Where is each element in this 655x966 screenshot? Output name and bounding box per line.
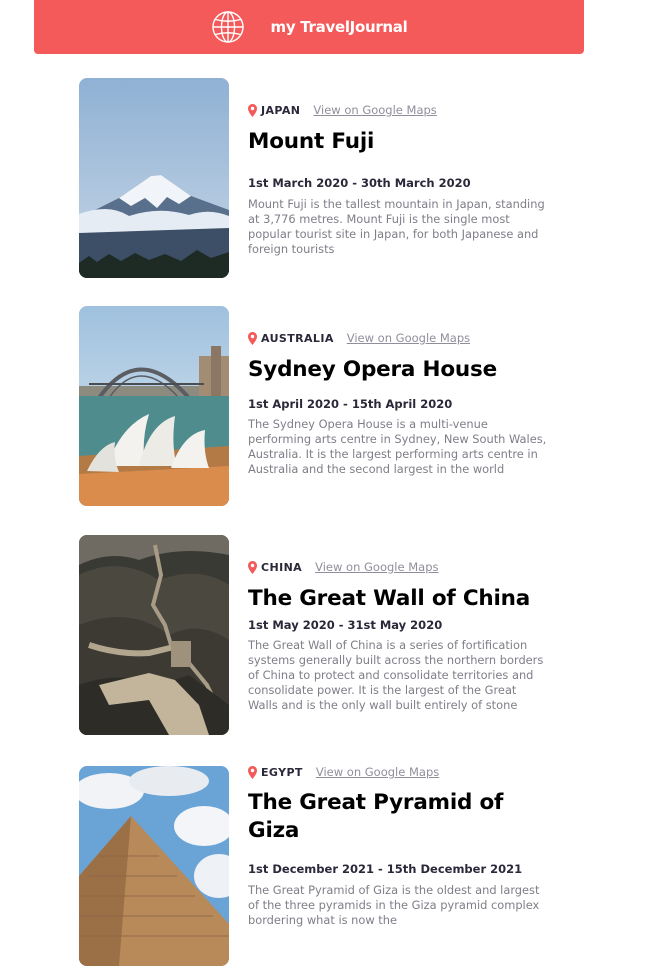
- location-line: AUSTRALIA View on Google Maps: [248, 330, 470, 346]
- country-label: AUSTRALIA: [261, 331, 334, 345]
- country-label: EGYPT: [261, 765, 303, 779]
- entry-title-line-2: Giza: [248, 818, 300, 843]
- app-header: my TravelJournal: [34, 0, 584, 54]
- entry-description: The Great Pyramid of Giza is the oldest …: [248, 883, 540, 927]
- app-title: my TravelJournal: [270, 18, 408, 36]
- entry-description: The Great Wall of China is a series of f…: [248, 638, 544, 712]
- entry-title: The Great Wall of China: [248, 586, 531, 611]
- entry-description: The Sydney Opera House is a multi-venue …: [248, 417, 547, 476]
- location-pin-icon: [248, 765, 257, 779]
- location-pin-icon: [248, 103, 257, 117]
- location-pin-icon: [248, 331, 257, 345]
- great-pyramid-of-giza-photo: [79, 766, 229, 966]
- google-maps-link[interactable]: View on Google Maps: [316, 765, 439, 779]
- google-maps-link[interactable]: View on Google Maps: [347, 331, 470, 345]
- location-line: EGYPT View on Google Maps: [248, 764, 439, 780]
- great-wall-of-china-photo: [79, 535, 229, 735]
- sydney-opera-house-photo: [79, 306, 229, 506]
- location-line: CHINA View on Google Maps: [248, 559, 439, 575]
- country-label: JAPAN: [261, 103, 301, 117]
- google-maps-link[interactable]: View on Google Maps: [313, 103, 436, 117]
- location-pin-icon: [248, 560, 257, 574]
- entry-dates: 1st March 2020 - 30th March 2020: [248, 176, 471, 190]
- entry-description: Mount Fuji is the tallest mountain in Ja…: [248, 197, 545, 256]
- entry-dates: 1st April 2020 - 15th April 2020: [248, 397, 453, 411]
- country-label: CHINA: [261, 560, 303, 574]
- globe-icon: [211, 11, 244, 43]
- entry-dates: 1st December 2021 - 15th December 2021: [248, 862, 523, 876]
- entry-title-line-1: The Great Pyramid of: [248, 790, 504, 815]
- entry-title: The Great Pyramid of Giza: [248, 789, 503, 845]
- entry-dates: 1st May 2020 - 31st May 2020: [248, 618, 443, 632]
- mount-fuji-photo: [79, 78, 229, 278]
- entry-title: Sydney Opera House: [248, 357, 497, 382]
- location-line: JAPAN View on Google Maps: [248, 102, 437, 118]
- google-maps-link[interactable]: View on Google Maps: [315, 560, 438, 574]
- entry-title: Mount Fuji: [248, 129, 375, 154]
